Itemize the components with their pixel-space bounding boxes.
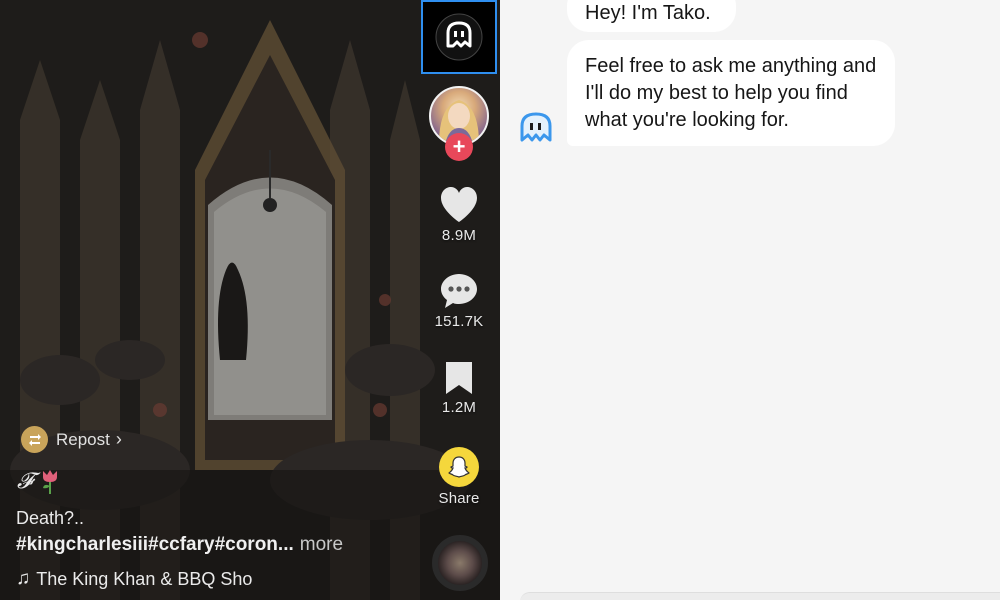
tako-icon (435, 13, 483, 61)
repost-label: Repost (56, 429, 110, 449)
music-note-icon: ♫ (16, 568, 31, 589)
share-circle (439, 447, 479, 487)
repost-row[interactable]: Repost › (21, 426, 122, 453)
repost-icon (21, 426, 48, 453)
music-disc[interactable] (432, 535, 488, 591)
like-button[interactable]: 8.9M (434, 186, 484, 244)
bookmark-icon (446, 362, 472, 394)
tulip-icon (43, 470, 58, 494)
save-count: 1.2M (441, 399, 477, 416)
chat-message-greeting: Hey! I'm Tako. (567, 0, 736, 32)
snapchat-icon (448, 456, 470, 478)
more-link[interactable]: more (300, 534, 343, 555)
like-count: 8.9M (441, 227, 477, 244)
hashtag-text[interactable]: #kingcharlesiii#ccfary#coron... (16, 534, 294, 555)
comment-count: 151.7K (434, 313, 484, 330)
sound-row[interactable]: ♫ The King Khan & BBQ Sho (16, 568, 252, 590)
share-label: Share (438, 490, 480, 507)
tako-avatar-icon (520, 112, 552, 142)
heart-icon (441, 187, 477, 222)
caption-hashtags[interactable]: #kingcharlesiii#ccfary#coron... more (16, 534, 343, 556)
caption-emoji-row: 𝓕 (17, 468, 61, 494)
chat-message-help: Feel free to ask me anything and I'll do… (567, 40, 895, 146)
caption-title: Death?.. (16, 508, 85, 528)
follow-button[interactable]: + (445, 133, 473, 161)
comment-icon (441, 274, 477, 308)
video-player[interactable]: + 8.9M 151.7K 1.2M Share Repost › 𝓕 Deat… (0, 0, 500, 600)
save-button[interactable]: 1.2M (434, 360, 484, 416)
script-letter: 𝓕 (17, 468, 34, 494)
comment-button[interactable]: 151.7K (430, 272, 488, 330)
chat-input-field[interactable] (520, 592, 1000, 600)
sound-title: The King Khan & BBQ Sho (36, 568, 253, 589)
tako-button[interactable] (421, 0, 497, 74)
chevron-right-icon: › (115, 429, 122, 449)
tako-chat-panel: Hey! I'm Tako. Feel free to ask me anyth… (500, 0, 1000, 600)
share-button[interactable]: Share (428, 447, 490, 507)
